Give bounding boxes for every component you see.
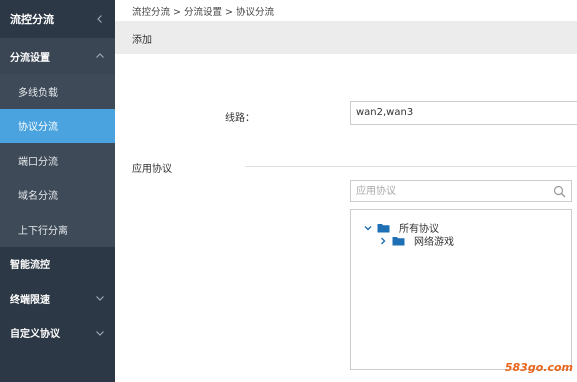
protocol-search[interactable] [350,180,572,202]
sidebar-item-label: 多线负载 [18,87,58,99]
breadcrumb: 流控分流 > 分流设置 > 协议分流 [132,4,274,18]
main-content: 流控分流>分流设置>协议分流 添加 线路： wan2,wan3 应用协议 所有协… [115,0,577,382]
chevron-left-icon[interactable] [94,13,106,25]
folder-icon [377,223,390,233]
tree-node-label: 网络游戏 [414,237,454,248]
folder-icon [392,236,405,246]
sidebar-item-protocol-split[interactable]: 协议分流 [0,108,115,143]
chevron-down-icon [94,327,106,339]
breadcrumb-separator: > [225,7,233,18]
search-input[interactable] [351,181,541,201]
sidebar-group-smart-flow[interactable]: 智能流控 [0,246,115,281]
sidebar-item-label: 域名分流 [18,191,58,203]
page-header: 添加 [115,21,577,54]
watermark: 583go.com [504,361,573,374]
breadcrumb-separator: > [173,7,181,18]
sidebar-item-label: 端口分流 [18,156,58,168]
breadcrumb-item: 协议分流 [235,7,274,18]
search-icon[interactable] [553,185,566,198]
sidebar-group-terminal-limit[interactable]: 终端限速 [0,281,115,316]
line-label: 线路： [225,113,255,124]
chevron-up-icon [94,50,106,62]
sidebar-title[interactable]: 流控分流 [0,0,115,38]
protocol-tree: 所有协议 网络游戏 [350,209,572,370]
sidebar-group-label: 自定义协议 [10,329,60,341]
sidebar-group-label: 终端限速 [10,294,50,306]
sidebar-group-custom-protocol[interactable]: 自定义协议 [0,315,115,350]
sidebar: 流控分流 分流设置 多线负载 协议分流 端口分流 域名分流 上下行分离 智能流控… [0,0,115,382]
sidebar-group-label: 分流设置 [10,52,50,64]
sidebar-item-port-split[interactable]: 端口分流 [0,143,115,178]
breadcrumb-item[interactable]: 分流设置 [184,7,222,18]
tree-node-child[interactable]: 网络游戏 [378,233,454,248]
sidebar-group-split-settings[interactable]: 分流设置 [0,38,115,74]
sidebar-item-label: 上下行分离 [18,225,68,237]
section-label: 应用协议 [132,164,172,175]
sidebar-item-label: 协议分流 [18,122,58,134]
sidebar-item-domain-split[interactable]: 域名分流 [0,177,115,212]
caret-down-icon[interactable] [363,223,373,233]
sidebar-item-updown-split[interactable]: 上下行分离 [0,212,115,247]
chevron-down-icon [94,292,106,304]
sidebar-title-label: 流控分流 [10,13,54,26]
line-input[interactable]: wan2,wan3 [350,101,577,125]
breadcrumb-item[interactable]: 流控分流 [132,7,170,18]
page-title: 添加 [132,35,152,46]
divider [245,166,577,167]
sidebar-group-label: 智能流控 [10,260,50,272]
sidebar-item-multiline-load[interactable]: 多线负载 [0,74,115,109]
caret-right-icon[interactable] [378,236,388,246]
